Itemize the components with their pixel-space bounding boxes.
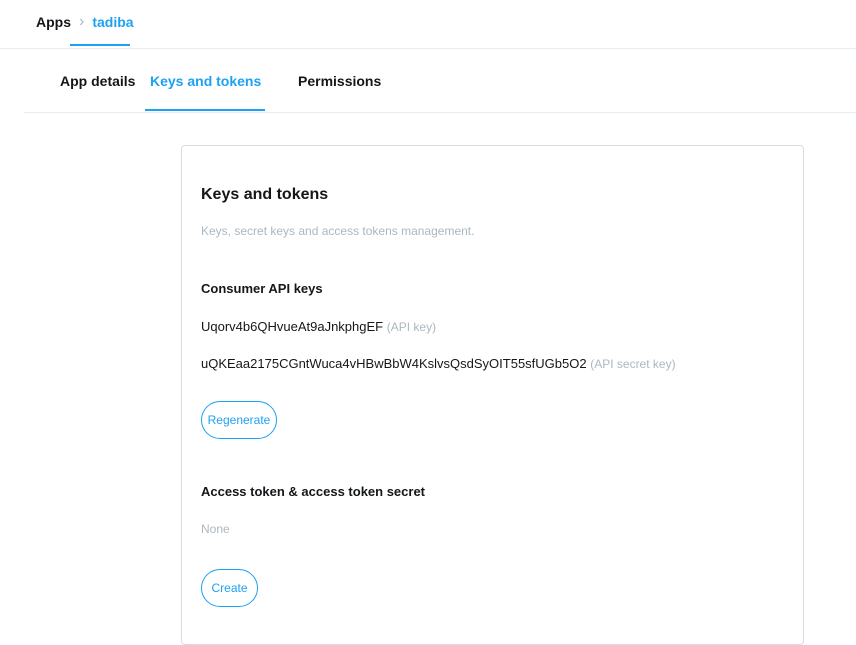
access-token-heading: Access token & access token secret (201, 484, 426, 499)
api-key-value: Uqorv4b6QHvueAt9aJnkphgEF (201, 319, 384, 334)
api-key-row: Uqorv4b6QHvueAt9aJnkphgEF (API key) (201, 319, 436, 334)
tabs-divider (24, 112, 856, 113)
api-secret-key-value: uQKEaa2175CGntWuca4vHBwBbW4KslvsQsdSyOIT… (201, 356, 587, 371)
tab-permissions[interactable]: Permissions (298, 73, 381, 89)
active-tab-indicator (145, 109, 265, 111)
card-title: Keys and tokens (201, 186, 329, 203)
breadcrumb-apps-link[interactable]: Apps (36, 14, 71, 30)
breadcrumb: Apps › tadiba (36, 8, 134, 36)
chevron-right-icon: › (79, 13, 85, 30)
api-secret-key-row: uQKEaa2175CGntWuca4vHBwBbW4KslvsQsdSyOIT… (201, 356, 676, 371)
access-token-status: None (201, 522, 230, 536)
keys-and-tokens-card: Keys and tokens Keys, secret keys and ac… (181, 145, 804, 645)
tab-keys-and-tokens[interactable]: Keys and tokens (150, 73, 261, 89)
api-key-label: (API key) (386, 320, 437, 334)
tab-bar: App details Keys and tokens Permissions (0, 49, 856, 111)
breadcrumb-active-indicator (70, 44, 130, 46)
consumer-api-keys-heading: Consumer API keys (201, 281, 323, 296)
create-button[interactable]: Create (201, 569, 258, 607)
regenerate-button[interactable]: Regenerate (201, 401, 277, 439)
breadcrumb-current-app[interactable]: tadiba (92, 14, 133, 30)
card-subtitle: Keys, secret keys and access tokens mana… (201, 224, 475, 238)
api-secret-key-label: (API secret key) (590, 357, 676, 371)
tab-app-details[interactable]: App details (60, 73, 135, 89)
